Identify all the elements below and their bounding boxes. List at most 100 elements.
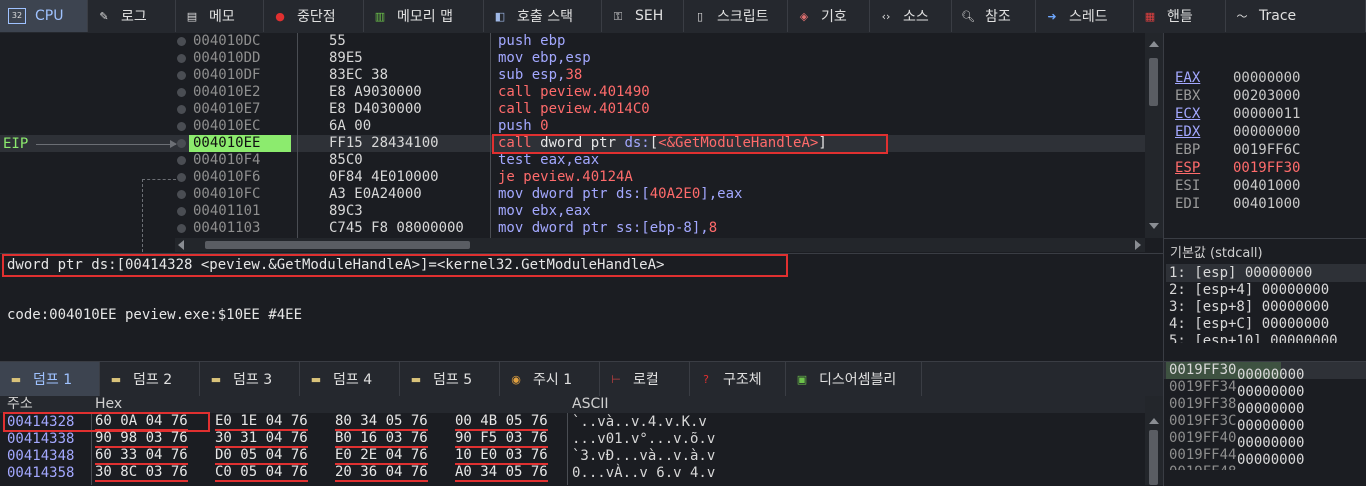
scroll-left-icon[interactable] [178, 240, 184, 250]
dump-hex-group[interactable]: 60 0A 04 76 [95, 414, 188, 431]
dump-hex-group[interactable]: E0 1E 04 76 [215, 414, 308, 431]
tab-notes[interactable]: ▤ 메모 [176, 0, 264, 32]
disasm-row[interactable]: 00401101 89C3 mov ebx,eax [0, 203, 1145, 220]
tab-덤프-2[interactable]: ▬ 덤프 2 [100, 362, 200, 396]
breakpoint-dot-icon[interactable] [177, 71, 186, 80]
register-value[interactable]: 0019FF6C [1233, 142, 1300, 158]
dump-hex-group[interactable]: A0 34 05 76 [455, 465, 548, 482]
register-value[interactable]: 0019FF30 [1233, 160, 1300, 176]
tab-script[interactable]: ▯ 스크립트 [684, 0, 788, 32]
register-value[interactable]: 00401000 [1233, 178, 1300, 194]
disasm-row[interactable]: 004010EC 6A 00 push 0 [0, 118, 1145, 135]
argument-row[interactable]: 2: [esp+4] 00000000 [1169, 282, 1329, 299]
tab-handles[interactable]: ▦ 핸들 [1134, 0, 1226, 32]
breakpoint-dot-icon[interactable] [177, 105, 186, 114]
tab-seh[interactable]: ⚿ SEH [602, 0, 684, 32]
stack-row[interactable]: 0019FF3400000000 [1169, 379, 1304, 400]
register-edx[interactable]: EDX 00000000 [1175, 123, 1300, 141]
dump-row[interactable]: 00414358 30 8C 03 76 C0 05 04 76 20 36 04 7… [0, 465, 1145, 482]
dump-hex-group[interactable]: 80 34 05 76 [335, 414, 428, 431]
dump-ascii[interactable]: `..và..v.4.v.K.v [572, 414, 707, 431]
dump-address[interactable]: 00414328 [7, 414, 74, 431]
disasm-row[interactable]: 004010E2 E8 A9030000 call peview.401490 [0, 84, 1145, 101]
dump-hex-group[interactable]: D0 05 04 76 [215, 448, 308, 465]
breakpoint-dot-icon[interactable] [177, 173, 186, 182]
dump-row[interactable]: 00414348 60 33 04 76 D0 05 04 76 E0 2E 04 7… [0, 448, 1145, 465]
tab-구조체[interactable]: ? 구조체 [690, 362, 786, 396]
tab-call-stack[interactable]: ◧ 호출 스택 [484, 0, 602, 32]
dump-hex-group[interactable]: 00 4B 05 76 [455, 414, 548, 431]
disasm-row[interactable]: 00401103 C745 F8 08000000 mov dword ptr ss… [0, 220, 1145, 237]
disasm-row[interactable]: 004010FC A3 E0A24000 mov dword ptr ds:[40A… [0, 186, 1145, 203]
dump-address[interactable]: 00414348 [7, 448, 74, 465]
dump-hex-group[interactable]: B0 16 03 76 [335, 431, 428, 448]
dump-header-hex[interactable]: Hex [95, 396, 122, 413]
calling-convention-dropdown[interactable]: 기본값 (stdcall) [1170, 242, 1263, 261]
tab-references[interactable]: 🔍︎ 참조 [952, 0, 1036, 32]
tab-symbols[interactable]: ◈ 기호 [788, 0, 870, 32]
stack-row[interactable]: 0019FF44 00000000 [1169, 447, 1304, 468]
scroll-up-icon[interactable] [1149, 41, 1159, 47]
disasm-row[interactable]: 004010E7 E8 D4030000 call peview.4014C0 [0, 101, 1145, 118]
scroll-up-icon[interactable] [1149, 418, 1159, 424]
breakpoint-dot-icon[interactable] [177, 37, 186, 46]
register-esp[interactable]: ESP 0019FF30 [1175, 159, 1300, 177]
breakpoint-dot-icon[interactable] [177, 190, 186, 199]
tab-덤프-1[interactable]: ▬ 덤프 1 [0, 362, 100, 396]
dump-hex-group[interactable]: 20 36 04 76 [335, 465, 428, 482]
dump-hex-group[interactable]: 10 E0 03 76 [455, 448, 548, 465]
tab-breakpoint[interactable]: ● 중단점 [264, 0, 364, 32]
breakpoint-dot-icon[interactable] [177, 122, 186, 131]
dump-hex-group[interactable]: 30 31 04 76 [215, 431, 308, 448]
breakpoint-dot-icon[interactable] [177, 207, 186, 216]
tab-log[interactable]: ✎ 로그 [88, 0, 176, 32]
dump-header-ascii[interactable]: ASCII [572, 396, 609, 413]
disasm-row[interactable]: 004010DD 89E5 mov ebp,esp [0, 50, 1145, 67]
disasm-row[interactable]: 004010F4 85C0 test eax,eax [0, 152, 1145, 169]
tab-로컬[interactable]: ⊢ 로컬 [600, 362, 690, 396]
dump-row[interactable]: 00414328 60 0A 04 76 E0 1E 04 76 80 34 05 7… [0, 414, 1145, 431]
dump-hex-group[interactable]: 60 33 04 76 [95, 448, 188, 465]
register-value[interactable]: 00000000 [1233, 70, 1300, 86]
dump-hex-group[interactable]: 90 F5 03 76 [455, 431, 548, 448]
dump-ascii[interactable]: `3.vÐ...và..v.à.v [572, 448, 715, 465]
tab-디스어셈블리[interactable]: ▣ 디스어셈블리 [786, 362, 922, 396]
dump-hex-group[interactable]: 30 8C 03 76 [95, 465, 188, 482]
argument-row[interactable]: 4: [esp+C] 00000000 [1169, 316, 1329, 333]
tab-덤프-5[interactable]: ▬ 덤프 5 [400, 362, 500, 396]
dump-hex-group[interactable]: C0 05 04 76 [215, 465, 308, 482]
dump-ascii[interactable]: ...v01.v°...v.õ.v [572, 431, 715, 448]
argument-row[interactable]: 5: [esp+10] 00000000 [1169, 333, 1338, 343]
disasm-hscroll-thumb[interactable] [205, 241, 470, 249]
scroll-right-icon[interactable] [1135, 240, 1141, 250]
scroll-down-icon[interactable] [1149, 223, 1159, 229]
tab-주시-1[interactable]: ◉ 주시 1 [500, 362, 600, 396]
dump-row[interactable]: 00414338 90 98 03 76 30 31 04 76 B0 16 03 7… [0, 431, 1145, 448]
register-value[interactable]: 00401000 [1233, 196, 1300, 212]
register-value[interactable]: 00000000 [1233, 124, 1300, 140]
tab-cpu[interactable]: 32 CPU [0, 0, 88, 32]
register-esi[interactable]: ESI 00401000 [1175, 177, 1300, 195]
tab-덤프-3[interactable]: ▬ 덤프 3 [200, 362, 300, 396]
register-ebx[interactable]: EBX 00203000 [1175, 87, 1300, 105]
argument-row[interactable]: 1: [esp] 00000000 [1169, 265, 1312, 282]
stack-row[interactable]: 0019FF3000000000 [1169, 362, 1304, 383]
dump-ascii[interactable]: 0...vÀ..v 6.v 4.v [572, 465, 715, 482]
tab-threads[interactable]: ➜ 스레드 [1036, 0, 1134, 32]
breakpoint-dot-icon[interactable] [177, 156, 186, 165]
register-value[interactable]: 00000011 [1233, 106, 1300, 122]
stack-row[interactable]: 0019FF4800000000 [1169, 464, 1304, 470]
stack-row[interactable]: 0019FF3800000000 [1169, 396, 1304, 417]
argument-row[interactable]: 3: [esp+8] 00000000 [1169, 299, 1329, 316]
tab-trace[interactable]: 〜 Trace [1226, 0, 1366, 32]
tab-덤프-4[interactable]: ▬ 덤프 4 [300, 362, 400, 396]
disasm-row[interactable]: 004010DC 55 push ebp [0, 33, 1145, 50]
breakpoint-dot-icon[interactable] [177, 224, 186, 233]
tab-memory-map[interactable]: ▥ 메모리 맵 [364, 0, 484, 32]
disasm-row[interactable]: 004010F6 0F84 4E010000 je peview.40124A [0, 169, 1145, 186]
dump-vscroll-thumb[interactable] [1149, 430, 1158, 485]
breakpoint-dot-icon[interactable] [177, 54, 186, 63]
stack-row[interactable]: 0019FF3C00000000 [1169, 413, 1304, 434]
dump-address[interactable]: 00414338 [7, 431, 74, 448]
breakpoint-dot-icon[interactable] [177, 88, 186, 97]
